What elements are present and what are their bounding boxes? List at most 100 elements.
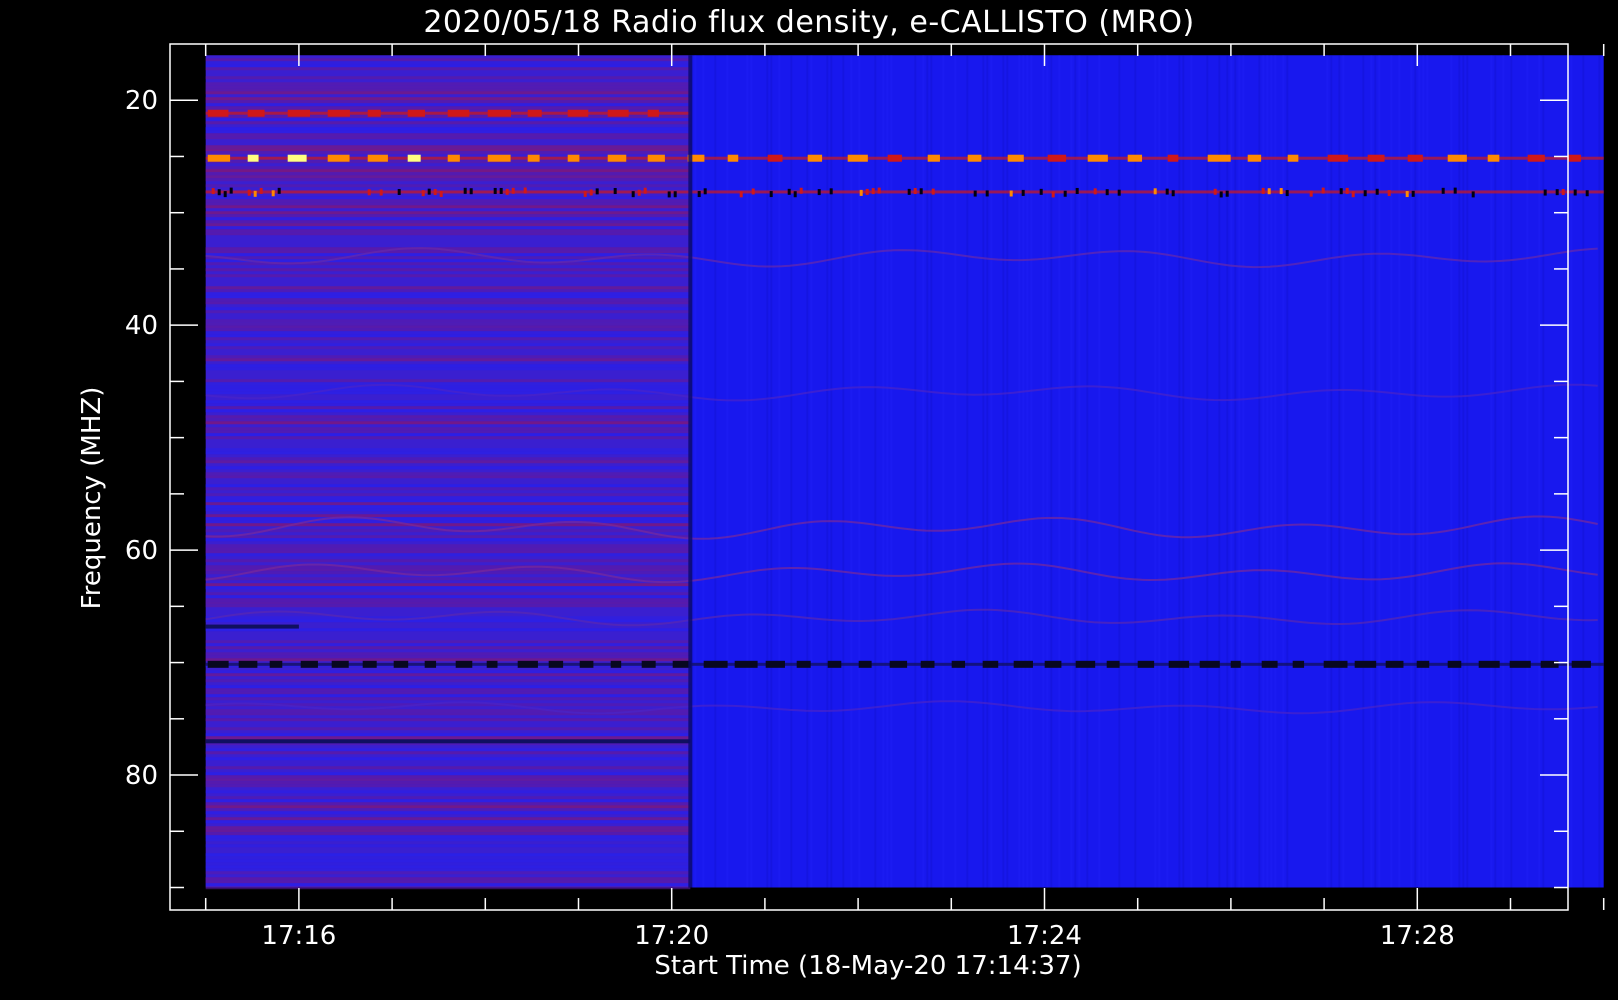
stripe — [205, 487, 691, 491]
texture-col — [726, 55, 729, 888]
stripe — [205, 184, 691, 188]
texture-col — [1330, 55, 1333, 888]
rfi-spot — [1165, 188, 1169, 195]
texture-col — [1058, 55, 1061, 888]
rfi-spot — [469, 188, 473, 195]
texture-col — [1582, 55, 1585, 888]
stripe — [205, 790, 691, 794]
texture-col — [806, 55, 809, 888]
texture-col — [1362, 55, 1365, 888]
stripe — [205, 502, 691, 506]
rfi-spot — [1285, 190, 1289, 197]
rfi-spot — [1225, 190, 1229, 197]
texture-col — [1242, 55, 1245, 888]
stripe — [205, 151, 691, 155]
dark-line — [205, 624, 299, 629]
stripe — [205, 685, 691, 689]
texture-col — [1238, 55, 1241, 888]
stripe — [205, 145, 691, 149]
texture-col — [702, 55, 705, 888]
stripe — [205, 829, 691, 833]
rfi-spot — [463, 187, 467, 194]
rfi-burst — [1367, 154, 1385, 162]
stripe — [205, 628, 691, 632]
texture-col — [1450, 55, 1453, 888]
rfi-spot — [1375, 188, 1379, 195]
texture-col — [1426, 55, 1429, 888]
texture-col — [850, 55, 853, 888]
stripe — [205, 586, 691, 590]
rfi-burst — [367, 109, 381, 117]
rfi-spot — [1117, 189, 1121, 196]
rfi-spot — [1009, 190, 1013, 197]
stripe — [205, 775, 691, 779]
stripe — [205, 619, 691, 623]
rfi-spot — [739, 191, 743, 198]
texture-col — [1022, 55, 1025, 888]
stripe — [205, 226, 691, 230]
texture-col — [842, 55, 845, 888]
texture-col — [1134, 55, 1137, 888]
stripe — [205, 865, 691, 869]
texture-col — [1526, 55, 1529, 888]
texture-col — [790, 55, 793, 888]
rfi-spot — [433, 189, 437, 196]
stripe — [205, 733, 691, 737]
stripe — [205, 538, 691, 542]
rfi-burst — [567, 109, 589, 117]
stripe — [205, 868, 691, 872]
rfi-spot — [217, 189, 221, 196]
rfi-burst — [610, 660, 622, 668]
rfi-burst — [1478, 660, 1500, 668]
rfi-burst — [796, 660, 811, 668]
rfi-spot — [859, 189, 863, 196]
stripe — [205, 547, 691, 551]
rfi-burst — [527, 109, 542, 117]
stripe — [205, 433, 691, 437]
rfi-spot — [439, 190, 443, 197]
stripe — [205, 148, 691, 152]
texture-col — [1262, 55, 1265, 888]
rfi-spot — [493, 187, 497, 194]
x-tick-label: 17:20 — [634, 921, 709, 951]
rfi-burst — [1261, 660, 1278, 668]
texture-col — [1218, 55, 1221, 888]
stripe — [205, 220, 691, 224]
rfi-burst — [1354, 660, 1377, 668]
stripe — [205, 307, 691, 311]
stripe — [205, 259, 691, 263]
texture-col — [886, 55, 889, 888]
stripe — [205, 319, 691, 323]
stripe — [205, 595, 691, 599]
texture-col — [1370, 55, 1373, 888]
stripe — [205, 448, 691, 452]
stripe — [205, 784, 691, 788]
texture-col — [1070, 55, 1073, 888]
stripe — [205, 97, 691, 101]
rfi-spot — [1555, 189, 1559, 196]
rfi-spot — [367, 189, 371, 196]
stripe — [205, 736, 691, 740]
rfi-burst — [393, 660, 409, 668]
rfi-spot — [919, 188, 923, 195]
rfi-burst — [579, 660, 594, 668]
stripe — [205, 229, 691, 233]
stripe — [205, 298, 691, 302]
rfi-spot — [877, 187, 881, 194]
rfi-spot — [865, 188, 869, 195]
rfi-burst — [1407, 154, 1423, 162]
rfi-spot — [703, 188, 707, 195]
stripe — [205, 508, 691, 512]
rfi-spot — [583, 190, 587, 197]
texture-col — [874, 55, 877, 888]
rfi-burst — [287, 154, 307, 162]
rfi-burst — [331, 660, 349, 668]
stripe — [205, 520, 691, 524]
rfi-spot — [769, 191, 773, 198]
stripe — [205, 601, 691, 605]
rfi-spot — [1213, 188, 1217, 195]
stripe — [205, 346, 691, 350]
texture-col — [1274, 55, 1277, 888]
stripe — [205, 274, 691, 278]
texture-col — [954, 55, 957, 888]
